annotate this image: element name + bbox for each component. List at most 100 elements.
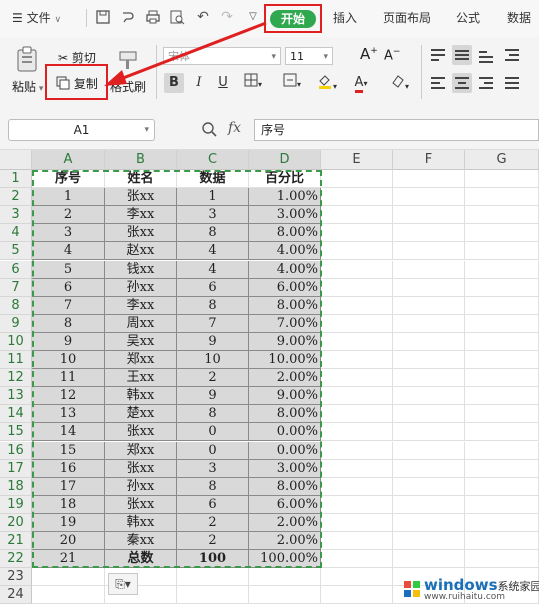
cell-d19[interactable]: 6.00%: [249, 495, 321, 514]
empty-cell[interactable]: [393, 206, 465, 225]
cell-b19[interactable]: 张xx: [105, 495, 177, 514]
row-header[interactable]: 13: [0, 387, 32, 406]
empty-cell[interactable]: [465, 351, 539, 370]
cell-d20[interactable]: 2.00%: [249, 513, 321, 532]
cell-b17[interactable]: 张xx: [105, 459, 177, 478]
empty-cell[interactable]: [321, 351, 393, 370]
empty-cell[interactable]: [465, 296, 539, 315]
empty-cell[interactable]: [32, 586, 105, 605]
cell-d11[interactable]: 10.00%: [249, 351, 321, 370]
empty-cell[interactable]: [321, 242, 393, 261]
cell-c4[interactable]: 8: [177, 224, 249, 243]
empty-cell[interactable]: [393, 405, 465, 424]
cell-c12[interactable]: 2: [177, 369, 249, 388]
cell-a8[interactable]: 7: [32, 296, 105, 315]
empty-cell[interactable]: [321, 550, 393, 569]
cell-d1[interactable]: 百分比: [249, 170, 321, 189]
cell-b10[interactable]: 吴xx: [105, 332, 177, 351]
cell-d16[interactable]: 0.00%: [249, 441, 321, 460]
cell-d3[interactable]: 3.00%: [249, 206, 321, 225]
empty-cell[interactable]: [465, 314, 539, 333]
cell-a13[interactable]: 12: [32, 387, 105, 406]
empty-cell[interactable]: [393, 332, 465, 351]
cell-a4[interactable]: 3: [32, 224, 105, 243]
empty-cell[interactable]: [177, 568, 249, 587]
cell-a5[interactable]: 4: [32, 242, 105, 261]
cell-d13[interactable]: 9.00%: [249, 387, 321, 406]
row-header[interactable]: 20: [0, 513, 32, 532]
empty-cell[interactable]: [465, 278, 539, 297]
empty-cell[interactable]: [321, 332, 393, 351]
cell-d4[interactable]: 8.00%: [249, 224, 321, 243]
empty-cell[interactable]: [177, 586, 249, 605]
empty-cell[interactable]: [393, 550, 465, 569]
cell-b7[interactable]: 孙xx: [105, 278, 177, 297]
empty-cell[interactable]: [393, 242, 465, 261]
empty-cell[interactable]: [321, 278, 393, 297]
empty-cell[interactable]: [393, 188, 465, 207]
cell-d22[interactable]: 100.00%: [249, 550, 321, 569]
cell-c2[interactable]: 1: [177, 188, 249, 207]
row-header[interactable]: 10: [0, 332, 32, 351]
cell-d2[interactable]: 1.00%: [249, 188, 321, 207]
empty-cell[interactable]: [321, 224, 393, 243]
empty-cell[interactable]: [465, 459, 539, 478]
empty-cell[interactable]: [465, 423, 539, 442]
column-header-d[interactable]: D: [249, 150, 321, 170]
empty-cell[interactable]: [321, 405, 393, 424]
row-header[interactable]: 5: [0, 242, 32, 261]
empty-cell[interactable]: [321, 513, 393, 532]
cell-d15[interactable]: 0.00%: [249, 423, 321, 442]
empty-cell[interactable]: [321, 586, 393, 605]
cell-b15[interactable]: 张xx: [105, 423, 177, 442]
empty-cell[interactable]: [465, 260, 539, 279]
row-header[interactable]: 15: [0, 423, 32, 442]
cell-d12[interactable]: 2.00%: [249, 369, 321, 388]
cell-d10[interactable]: 9.00%: [249, 332, 321, 351]
empty-cell[interactable]: [393, 423, 465, 442]
empty-cell[interactable]: [465, 441, 539, 460]
cell-b8[interactable]: 李xx: [105, 296, 177, 315]
row-header[interactable]: 22: [0, 550, 32, 569]
column-header-g[interactable]: G: [465, 150, 539, 170]
empty-cell[interactable]: [393, 459, 465, 478]
cell-b2[interactable]: 张xx: [105, 188, 177, 207]
cell-c9[interactable]: 7: [177, 314, 249, 333]
empty-cell[interactable]: [393, 513, 465, 532]
empty-cell[interactable]: [393, 170, 465, 189]
cell-d8[interactable]: 8.00%: [249, 296, 321, 315]
cell-b3[interactable]: 李xx: [105, 206, 177, 225]
cell-d18[interactable]: 8.00%: [249, 477, 321, 496]
empty-cell[interactable]: [321, 495, 393, 514]
cell-c8[interactable]: 8: [177, 296, 249, 315]
cell-a1[interactable]: 序号: [32, 170, 105, 189]
empty-cell[interactable]: [465, 405, 539, 424]
empty-cell[interactable]: [393, 532, 465, 551]
empty-cell[interactable]: [465, 332, 539, 351]
cell-b14[interactable]: 楚xx: [105, 405, 177, 424]
empty-cell[interactable]: [393, 314, 465, 333]
column-header-f[interactable]: F: [393, 150, 465, 170]
select-all-corner[interactable]: [0, 150, 32, 170]
column-header-e[interactable]: E: [321, 150, 393, 170]
empty-cell[interactable]: [321, 387, 393, 406]
row-header[interactable]: 8: [0, 296, 32, 315]
row-header[interactable]: 4: [0, 224, 32, 243]
empty-cell[interactable]: [321, 423, 393, 442]
cell-b4[interactable]: 张xx: [105, 224, 177, 243]
empty-cell[interactable]: [321, 206, 393, 225]
cell-c19[interactable]: 6: [177, 495, 249, 514]
empty-cell[interactable]: [465, 170, 539, 189]
cell-a17[interactable]: 16: [32, 459, 105, 478]
cell-b11[interactable]: 郑xx: [105, 351, 177, 370]
zoom-search-icon[interactable]: [201, 121, 217, 140]
column-header-b[interactable]: B: [105, 150, 177, 170]
cell-a10[interactable]: 9: [32, 332, 105, 351]
cell-d6[interactable]: 4.00%: [249, 260, 321, 279]
cell-a18[interactable]: 17: [32, 477, 105, 496]
empty-cell[interactable]: [393, 495, 465, 514]
empty-cell[interactable]: [321, 170, 393, 189]
empty-cell[interactable]: [465, 188, 539, 207]
empty-cell[interactable]: [321, 369, 393, 388]
cell-a16[interactable]: 15: [32, 441, 105, 460]
